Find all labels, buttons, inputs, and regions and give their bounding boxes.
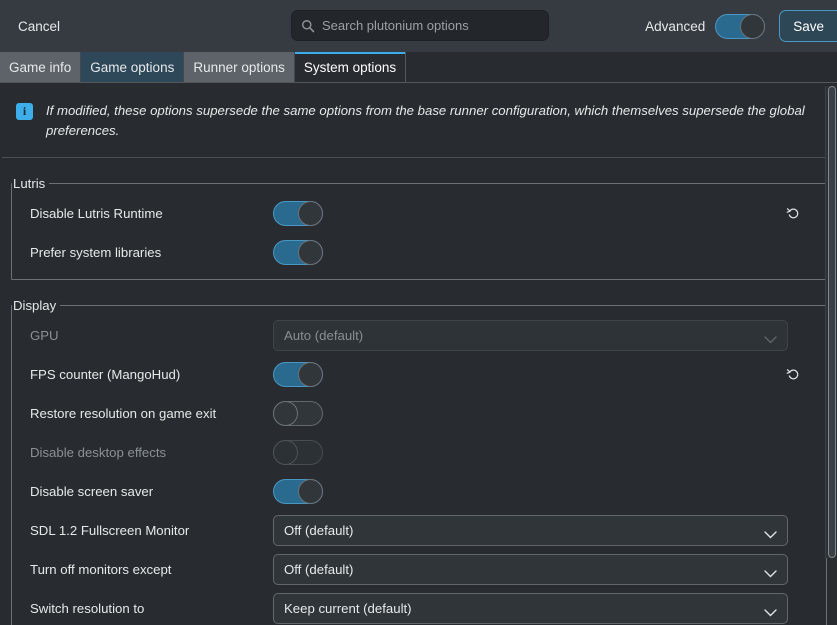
- toggle-knob: [298, 200, 323, 226]
- cancel-button[interactable]: Cancel: [14, 13, 64, 40]
- tab-label: Game info: [9, 59, 72, 75]
- tab-bar: Game info Game options Runner options Sy…: [0, 52, 837, 83]
- row-switch-resolution-to: Switch resolution to Keep current (defau…: [12, 591, 826, 625]
- dropdown-value: Keep current (default): [284, 600, 412, 616]
- row-disable-lutris-runtime: Disable Lutris Runtime: [12, 196, 826, 230]
- prefer-system-libraries-toggle[interactable]: [273, 239, 323, 265]
- fps-counter-toggle[interactable]: [273, 361, 323, 387]
- row-restore-resolution: Restore resolution on game exit: [12, 396, 826, 430]
- dropdown-value: Off (default): [284, 522, 354, 538]
- option-label: Restore resolution on game exit: [30, 405, 217, 421]
- turn-off-monitors-dropdown[interactable]: Off (default): [273, 553, 788, 585]
- info-banner-text: If modified, these options supersede the…: [46, 103, 805, 138]
- row-disable-screen-saver: Disable screen saver: [12, 474, 826, 508]
- sdl-fullscreen-monitor-dropdown[interactable]: Off (default): [273, 514, 788, 546]
- tab-label: Runner options: [193, 59, 285, 75]
- toggle-knob: [740, 13, 766, 39]
- chevron-down-icon: [764, 527, 777, 542]
- scrollbar-thumb[interactable]: [828, 86, 836, 558]
- option-label: Turn off monitors except: [30, 561, 172, 577]
- toggle-knob: [298, 239, 323, 265]
- toggle-knob: [273, 439, 298, 465]
- toggle-knob: [273, 400, 298, 426]
- tab-game-options[interactable]: Game options: [81, 52, 185, 82]
- chevron-down-icon: [764, 605, 777, 620]
- row-disable-desktop-effects: Disable desktop effects: [12, 435, 826, 469]
- row-fps-counter: FPS counter (MangoHud): [12, 357, 826, 391]
- option-label: SDL 1.2 Fullscreen Monitor: [30, 522, 190, 538]
- disable-screen-saver-toggle[interactable]: [273, 478, 323, 504]
- option-label: Prefer system libraries: [30, 244, 162, 260]
- row-turn-off-monitors-except: Turn off monitors except Off (default): [12, 552, 826, 586]
- advanced-label: Advanced: [645, 18, 706, 34]
- disable-lutris-runtime-toggle[interactable]: [273, 200, 323, 226]
- header-right-controls: Advanced Save: [645, 0, 837, 52]
- toggle-knob: [298, 478, 323, 504]
- options-content: i If modified, these options supersede t…: [0, 83, 837, 625]
- group-lutris: Lutris Disable Lutris Runtime Prefer sys…: [11, 176, 827, 280]
- reset-icon[interactable]: [782, 202, 804, 224]
- group-title: Lutris: [13, 176, 46, 191]
- search-box[interactable]: [291, 10, 549, 41]
- chevron-down-icon: [764, 332, 777, 347]
- group-display: Display GPU Auto (default) FPS counter (…: [11, 298, 827, 625]
- search-icon: [301, 19, 315, 33]
- info-banner: i If modified, these options supersede t…: [2, 83, 835, 158]
- option-label: GPU: [30, 327, 59, 343]
- save-button[interactable]: Save: [779, 10, 837, 42]
- reset-icon[interactable]: [782, 363, 804, 385]
- dropdown-value: Off (default): [284, 561, 354, 577]
- row-gpu: GPU Auto (default): [12, 318, 826, 352]
- toggle-knob: [298, 361, 323, 387]
- advanced-toggle[interactable]: [715, 13, 766, 39]
- search-input[interactable]: [322, 18, 539, 33]
- restore-resolution-toggle[interactable]: [273, 400, 323, 426]
- info-icon: i: [16, 103, 33, 120]
- tab-system-options[interactable]: System options: [294, 52, 407, 82]
- row-prefer-system-libraries: Prefer system libraries: [12, 235, 826, 269]
- chevron-down-icon: [764, 566, 777, 581]
- row-sdl-fullscreen-monitor: SDL 1.2 Fullscreen Monitor Off (default): [12, 513, 826, 547]
- option-label: Disable Lutris Runtime: [30, 205, 163, 221]
- tab-runner-options[interactable]: Runner options: [184, 52, 295, 82]
- disable-desktop-effects-toggle: [273, 439, 323, 465]
- dropdown-value: Auto (default): [284, 327, 364, 343]
- header-bar: Cancel Advanced Save: [0, 0, 837, 52]
- tab-label: System options: [303, 59, 397, 75]
- option-label: Switch resolution to: [30, 600, 145, 616]
- vertical-scrollbar[interactable]: [825, 86, 836, 558]
- option-label: Disable desktop effects: [30, 444, 167, 460]
- tab-game-info[interactable]: Game info: [0, 52, 82, 82]
- switch-resolution-dropdown[interactable]: Keep current (default): [273, 592, 788, 624]
- option-label: Disable screen saver: [30, 483, 154, 499]
- option-label: FPS counter (MangoHud): [30, 366, 181, 382]
- gpu-dropdown: Auto (default): [273, 319, 788, 351]
- tab-label: Game options: [90, 59, 175, 75]
- group-title: Display: [13, 298, 57, 313]
